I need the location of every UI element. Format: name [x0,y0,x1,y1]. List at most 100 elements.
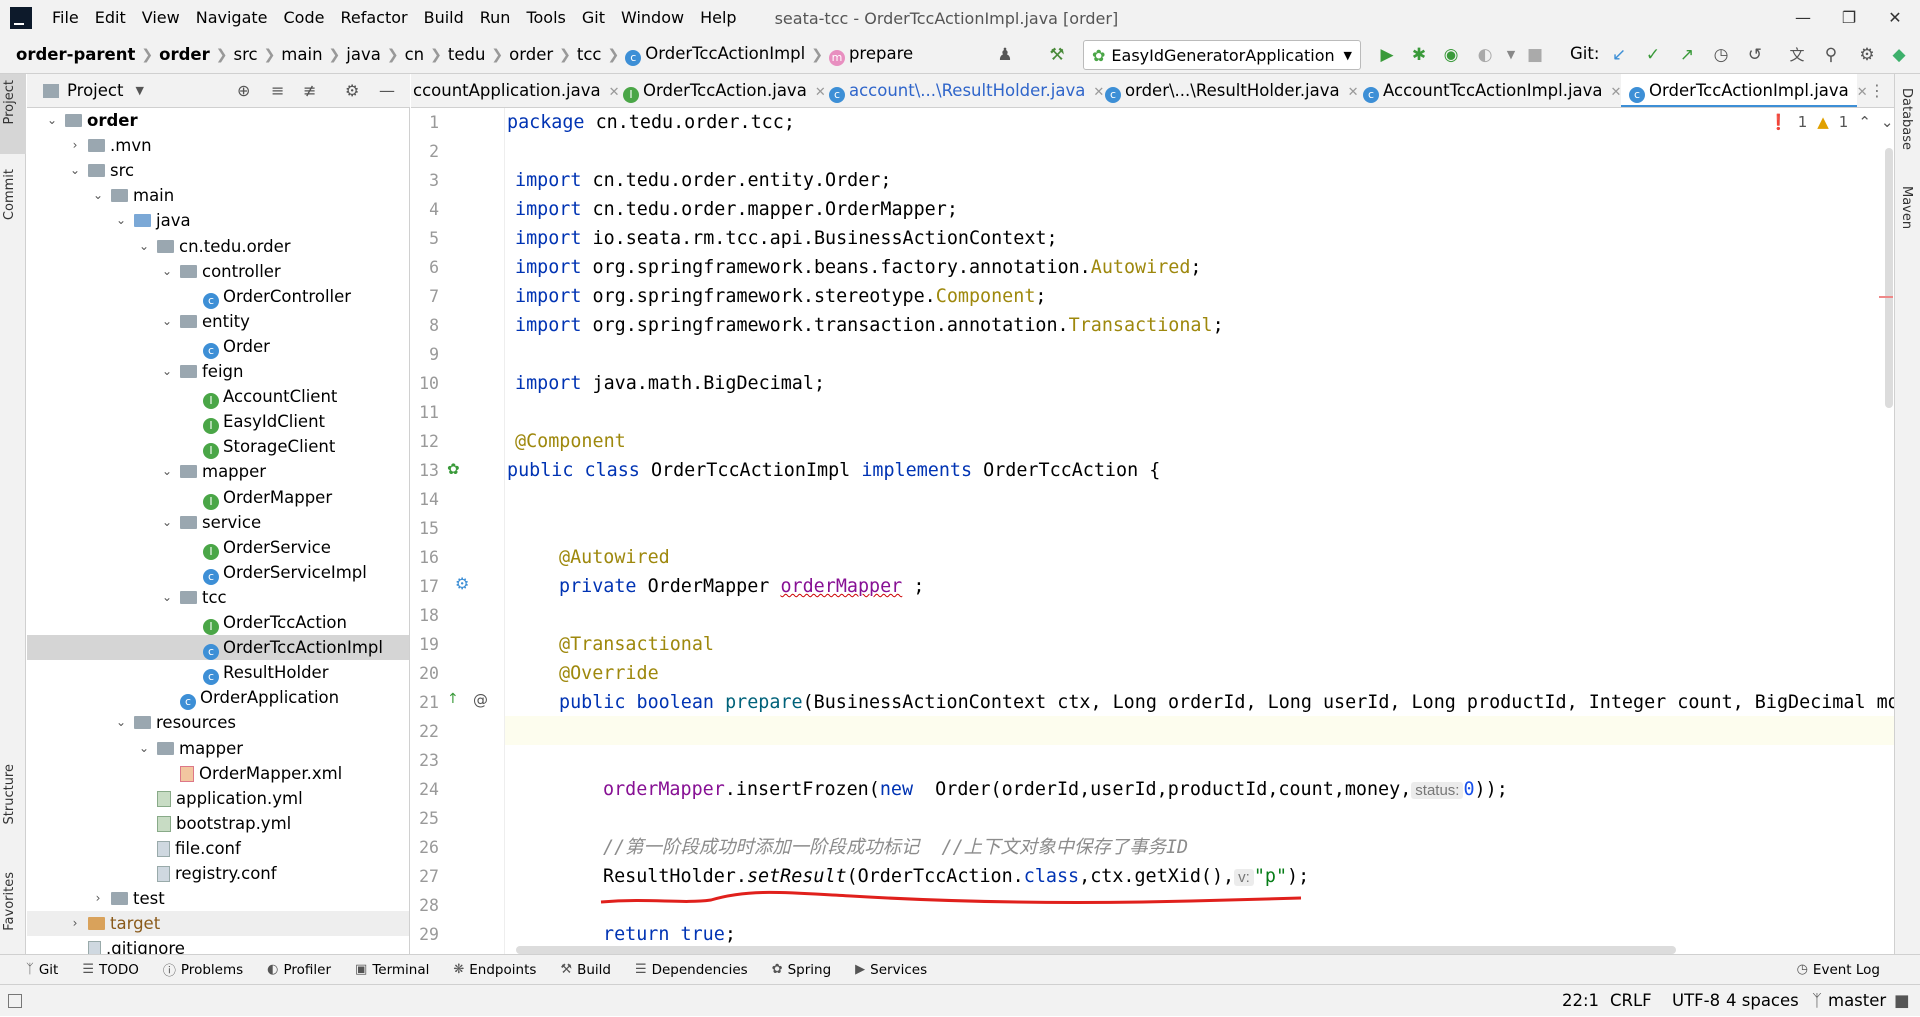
plugin-logo-icon[interactable]: ◆ [1888,44,1910,66]
close-icon[interactable]: ✕ [1872,0,1918,36]
user-icon[interactable]: ♟ [994,44,1016,66]
hide-panel-icon[interactable]: — [379,81,395,100]
breadcrumb-item[interactable]: java [340,45,387,64]
tree-node[interactable]: ⌄ cn.tedu.order [27,234,409,259]
menu-window[interactable]: Window [613,0,692,36]
menu-file[interactable]: File [44,0,87,36]
tree-node[interactable]: ⌄ mapper [27,459,409,484]
tree-node[interactable]: › target [27,911,409,937]
settings-gear-icon[interactable]: ⚙ [345,81,359,100]
tree-node[interactable]: bootstrap.yml [27,811,409,836]
tree-node[interactable]: c OrderServiceImpl [27,560,409,585]
chevron-down-icon[interactable]: ⌄ [91,183,105,208]
tab-menu-icon[interactable]: ⋮ [1869,74,1885,107]
translate-icon[interactable]: 文 [1786,44,1808,66]
tree-node[interactable]: I OrderService [27,535,409,560]
menu-tools[interactable]: Tools [518,0,573,36]
tool-tab-build[interactable]: ⚒ Build [560,962,611,978]
tree-node[interactable]: ⌄ tcc [27,585,409,610]
spring-bean-icon[interactable]: ✿ [447,460,460,478]
tree-node[interactable]: I EasyIdClient [27,409,409,435]
tree-node[interactable]: ⌄ service [27,510,409,535]
close-icon[interactable]: ✕ [1611,85,1622,100]
breadcrumb-item[interactable]: tcc [571,45,608,64]
menu-view[interactable]: View [134,0,188,36]
chevron-down-icon[interactable]: ⌄ [68,158,82,183]
menu-help[interactable]: Help [692,0,744,36]
lock-icon[interactable]: ■ [1894,985,1910,1017]
breadcrumb-item[interactable]: order-parent [10,45,141,64]
tool-tab-problems[interactable]: ⓘ Problems [163,960,243,980]
run-icon[interactable]: ▶ [1376,44,1398,66]
chevron-down-icon[interactable]: ⌄ [137,234,151,259]
tree-node[interactable]: ⌄ mapper [27,736,409,761]
chevron-down-icon[interactable]: ⌄ [114,208,128,233]
tab-account-tcc-action-impl[interactable]: c AccountTccActionImpl.java ✕ [1363,74,1621,107]
tab-order-result-holder[interactable]: c order\...\ResultHolder.java ✕ [1105,74,1359,107]
tool-window-maven[interactable]: Maven [1899,186,1914,229]
tool-window-database[interactable]: Database [1899,88,1914,150]
chevron-down-icon[interactable]: ⌄ [160,459,174,484]
annotation-marker-icon[interactable]: @ [473,691,488,709]
project-panel-title[interactable]: Project [67,81,123,100]
chevron-up-icon[interactable]: ⌃ [1858,108,1871,137]
tree-node[interactable]: file.conf [27,836,409,861]
tab-account-application[interactable]: ccountApplication.java ✕ [413,74,620,107]
breadcrumb-item[interactable]: cn [399,45,431,64]
tree-node[interactable]: c OrderTccActionImpl [27,635,409,661]
locate-target-icon[interactable]: ⊕ [237,81,250,100]
tool-window-structure[interactable]: Structure [2,764,17,824]
coverage-icon[interactable]: ◉ [1440,44,1462,66]
tool-tab-terminal[interactable]: ▣ Terminal [355,962,429,978]
git-update-icon[interactable]: ↙ [1608,44,1630,66]
tool-tab-git[interactable]: ᛉ Git [26,962,58,978]
minimize-icon[interactable]: — [1780,0,1826,36]
tree-node[interactable]: application.yml [27,786,409,811]
tool-tab-endpoints[interactable]: ❋ Endpoints [453,962,536,978]
tool-tab-profiler[interactable]: ◐ Profiler [267,962,331,978]
horizontal-scrollbar[interactable] [516,946,1676,954]
tree-node[interactable]: c OrderController [27,284,409,309]
breadcrumb-item-method[interactable]: m prepare [823,44,919,66]
tree-node[interactable]: ⌄ src [27,158,409,183]
git-commit-icon[interactable]: ✓ [1642,44,1664,66]
line-separator[interactable]: CRLF [1610,985,1652,1017]
chevron-down-icon[interactable]: ⌄ [160,259,174,284]
menu-navigate[interactable]: Navigate [188,0,276,36]
tree-node[interactable]: › .mvn [27,133,409,158]
menu-edit[interactable]: Edit [87,0,134,36]
menu-git[interactable]: Git [574,0,613,36]
file-encoding[interactable]: UTF-8 [1672,985,1720,1017]
chevron-down-icon[interactable]: ⌄ [160,585,174,610]
tree-node[interactable]: ⌄ main [27,183,409,208]
chevron-down-icon[interactable]: ⌄ [160,510,174,535]
close-icon[interactable]: ✕ [815,85,826,100]
restore-icon[interactable]: ❐ [1826,0,1872,36]
run-configuration-select[interactable]: ✿ EasyIdGeneratorApplication ▼ [1083,40,1361,70]
expand-all-icon[interactable]: ≡ [271,81,284,100]
error-stripe-mark[interactable] [1879,296,1893,298]
breadcrumb-item[interactable]: order [503,45,559,64]
close-icon[interactable]: ✕ [1348,85,1359,100]
breadcrumb-item[interactable]: main [275,45,328,64]
chevron-right-icon[interactable]: › [91,886,105,911]
chevron-right-icon[interactable]: › [68,133,82,158]
chevron-down-icon[interactable]: ▼ [135,84,143,97]
git-branch[interactable]: master [1828,985,1886,1017]
history-icon[interactable]: ◷ [1710,44,1732,66]
tab-order-tcc-action-impl[interactable]: c OrderTccActionImpl.java ✕ [1621,74,1868,107]
menu-refactor[interactable]: Refactor [332,0,415,36]
tool-tab-dependencies[interactable]: ☰ Dependencies [635,962,748,978]
tree-node[interactable]: ⌄ resources [27,710,409,735]
tree-node[interactable]: I OrderMapper [27,485,409,510]
tab-order-tcc-action[interactable]: I OrderTccAction.java ✕ [623,74,826,107]
close-icon[interactable]: ✕ [1857,85,1868,100]
stop-icon[interactable]: ■ [1524,44,1546,66]
chevron-down-icon[interactable]: ▼ [1500,44,1522,66]
chevron-down-icon[interactable]: ⌄ [137,736,151,761]
menu-build[interactable]: Build [416,0,472,36]
tool-window-project[interactable]: Project [2,80,17,124]
tree-node[interactable]: c Order [27,334,409,359]
chevron-down-icon[interactable]: ⌄ [1881,108,1894,137]
debug-icon[interactable]: ✱ [1408,44,1430,66]
